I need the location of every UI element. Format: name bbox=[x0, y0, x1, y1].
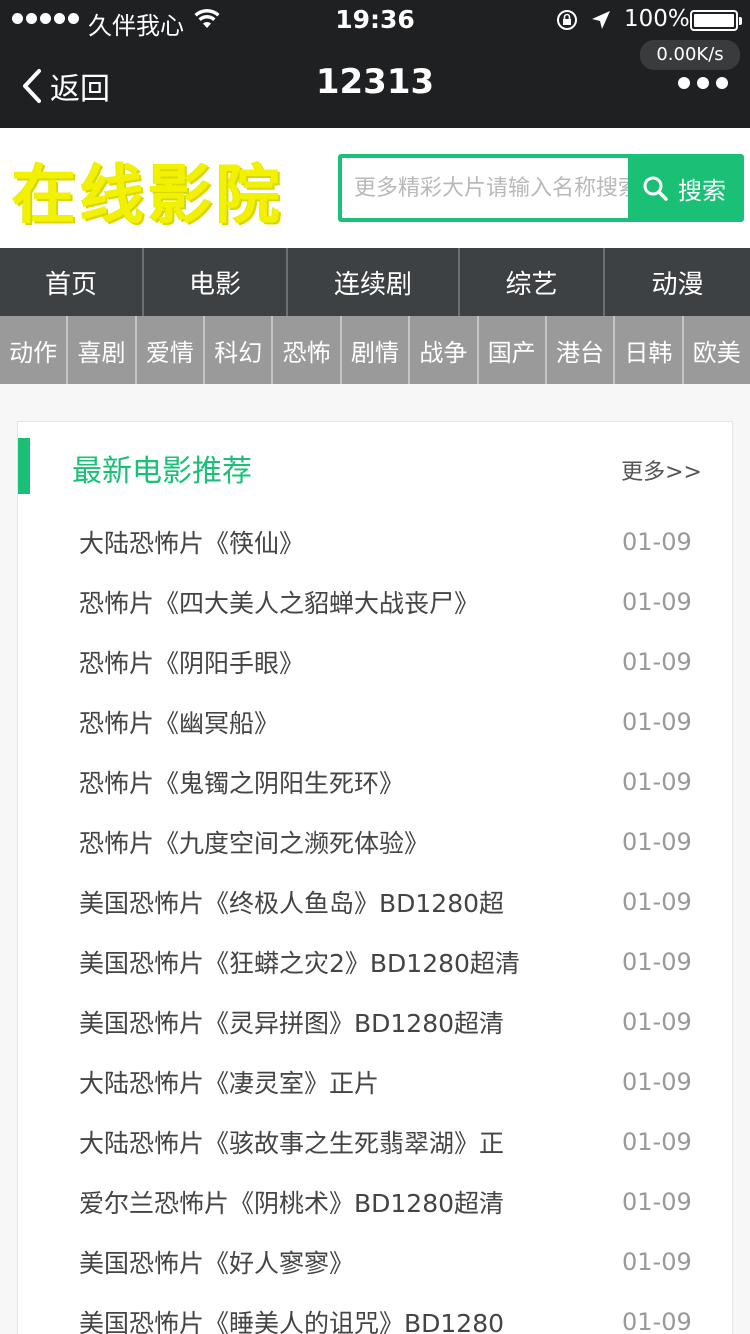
movie-title[interactable]: 恐怖片《九度空间之濒死体验》 bbox=[79, 824, 429, 860]
list-item[interactable]: 恐怖片《阴阳手眼》 01-09 bbox=[18, 632, 734, 692]
list-item[interactable]: 恐怖片《幽冥船》 01-09 bbox=[18, 692, 734, 752]
movie-date: 01-09 bbox=[622, 1308, 692, 1334]
main-nav-item-movies[interactable]: 电影 bbox=[144, 248, 288, 316]
section-accent-bar bbox=[18, 438, 30, 494]
movie-title[interactable]: 美国恐怖片《灵异拼图》BD1280超清 bbox=[79, 1004, 504, 1040]
main-nav: 首页 电影 连续剧 综艺 动漫 bbox=[0, 248, 750, 316]
battery-percent: 100% bbox=[624, 6, 690, 32]
movie-date: 01-09 bbox=[622, 1248, 692, 1276]
movie-date: 01-09 bbox=[622, 648, 692, 676]
search-button[interactable]: 搜索 bbox=[628, 158, 740, 218]
search-icon bbox=[643, 176, 668, 201]
main-nav-item-anime[interactable]: 动漫 bbox=[605, 248, 750, 316]
movie-date: 01-09 bbox=[622, 588, 692, 616]
movie-date: 01-09 bbox=[622, 768, 692, 796]
movie-date: 01-09 bbox=[622, 1188, 692, 1216]
list-item[interactable]: 大陆恐怖片《筷仙》 01-09 bbox=[18, 512, 734, 572]
search-button-label: 搜索 bbox=[678, 176, 726, 205]
movie-title[interactable]: 恐怖片《阴阳手眼》 bbox=[79, 644, 304, 680]
genre-item-romance[interactable]: 爱情 bbox=[137, 316, 206, 384]
location-arrow-icon bbox=[592, 11, 610, 29]
list-item[interactable]: 爱尔兰恐怖片《阴桃术》BD1280超清 01-09 bbox=[18, 1172, 734, 1232]
movie-date: 01-09 bbox=[622, 888, 692, 916]
rotation-lock-icon bbox=[557, 10, 577, 30]
list-item[interactable]: 大陆恐怖片《骇故事之生死翡翠湖》正 01-09 bbox=[18, 1112, 734, 1172]
movie-title[interactable]: 美国恐怖片《终极人鱼岛》BD1280超 bbox=[79, 884, 504, 920]
movie-title[interactable]: 美国恐怖片《好人寥寥》 bbox=[79, 1244, 354, 1280]
movie-date: 01-09 bbox=[622, 828, 692, 856]
genre-item-drama[interactable]: 剧情 bbox=[342, 316, 411, 384]
main-nav-item-series[interactable]: 连续剧 bbox=[288, 248, 460, 316]
genre-item-western[interactable]: 欧美 bbox=[684, 316, 750, 384]
main-nav-item-home[interactable]: 首页 bbox=[0, 248, 144, 316]
site-logo[interactable]: 在线影院 bbox=[12, 158, 292, 234]
search-box: 搜索 bbox=[338, 154, 744, 222]
list-item[interactable]: 美国恐怖片《狂蟒之灾2》BD1280超清 01-09 bbox=[18, 932, 734, 992]
list-item[interactable]: 恐怖片《四大美人之貂蝉大战丧尸》 01-09 bbox=[18, 572, 734, 632]
page-title: 12313 bbox=[315, 62, 435, 102]
movie-date: 01-09 bbox=[622, 1068, 692, 1096]
list-item[interactable]: 美国恐怖片《睡美人的诅咒》BD1280 01-09 bbox=[18, 1292, 734, 1334]
list-item[interactable]: 恐怖片《九度空间之濒死体验》 01-09 bbox=[18, 812, 734, 872]
battery-icon bbox=[690, 10, 742, 31]
genre-item-domestic[interactable]: 国产 bbox=[479, 316, 547, 384]
genre-item-comedy[interactable]: 喜剧 bbox=[68, 316, 137, 384]
movie-title[interactable]: 大陆恐怖片《骇故事之生死翡翠湖》正 bbox=[79, 1124, 504, 1160]
list-item[interactable]: 美国恐怖片《好人寥寥》 01-09 bbox=[18, 1232, 734, 1292]
movie-date: 01-09 bbox=[622, 948, 692, 976]
search-input[interactable] bbox=[342, 158, 628, 218]
list-item[interactable]: 美国恐怖片《终极人鱼岛》BD1280超 01-09 bbox=[18, 872, 734, 932]
movie-date: 01-09 bbox=[622, 708, 692, 736]
latest-movies-panel: 最新电影推荐 更多>> 大陆恐怖片《筷仙》 01-09 恐怖片《四大美人之貂蝉大战… bbox=[17, 421, 733, 1334]
genre-item-horror[interactable]: 恐怖 bbox=[273, 316, 342, 384]
more-options-icon[interactable] bbox=[678, 77, 728, 89]
movie-title[interactable]: 恐怖片《鬼镯之阴阳生死环》 bbox=[79, 764, 404, 800]
movie-title[interactable]: 恐怖片《四大美人之貂蝉大战丧尸》 bbox=[79, 584, 479, 620]
movie-title[interactable]: 大陆恐怖片《凄灵室》正片 bbox=[79, 1064, 379, 1100]
section-title: 最新电影推荐 bbox=[72, 454, 252, 489]
genre-item-scifi[interactable]: 科幻 bbox=[205, 316, 274, 384]
movie-list: 大陆恐怖片《筷仙》 01-09 恐怖片《四大美人之貂蝉大战丧尸》 01-09 恐怖片… bbox=[18, 512, 734, 1334]
genre-item-war[interactable]: 战争 bbox=[410, 316, 479, 384]
movie-title[interactable]: 美国恐怖片《睡美人的诅咒》BD1280 bbox=[79, 1304, 504, 1334]
main-nav-item-variety[interactable]: 综艺 bbox=[460, 248, 605, 316]
genre-item-jp-kr[interactable]: 日韩 bbox=[615, 316, 684, 384]
genre-item-hk-tw[interactable]: 港台 bbox=[547, 316, 616, 384]
movie-date: 01-09 bbox=[622, 1008, 692, 1036]
list-item[interactable]: 大陆恐怖片《凄灵室》正片 01-09 bbox=[18, 1052, 734, 1112]
genre-item-action[interactable]: 动作 bbox=[0, 316, 69, 384]
more-link[interactable]: 更多>> bbox=[621, 454, 702, 486]
genre-nav: 动作 喜剧 爱情 科幻 恐怖 剧情 战争 国产 港台 日韩 欧美 bbox=[0, 316, 750, 384]
movie-title[interactable]: 美国恐怖片《狂蟒之灾2》BD1280超清 bbox=[79, 944, 520, 980]
top-bar: 久伴我心 19:36 100% 0.00K/s 返回 12313 bbox=[0, 0, 750, 128]
movie-date: 01-09 bbox=[622, 1128, 692, 1156]
movie-title[interactable]: 大陆恐怖片《筷仙》 bbox=[79, 524, 304, 560]
movie-date: 01-09 bbox=[622, 528, 692, 556]
movie-title[interactable]: 爱尔兰恐怖片《阴桃术》BD1280超清 bbox=[79, 1184, 504, 1220]
site-header: 在线影院 搜索 bbox=[0, 128, 750, 248]
movie-title[interactable]: 恐怖片《幽冥船》 bbox=[79, 704, 279, 740]
list-item[interactable]: 恐怖片《鬼镯之阴阳生死环》 01-09 bbox=[18, 752, 734, 812]
list-item[interactable]: 美国恐怖片《灵异拼图》BD1280超清 01-09 bbox=[18, 992, 734, 1052]
status-bar: 久伴我心 19:36 100% bbox=[0, 0, 750, 40]
